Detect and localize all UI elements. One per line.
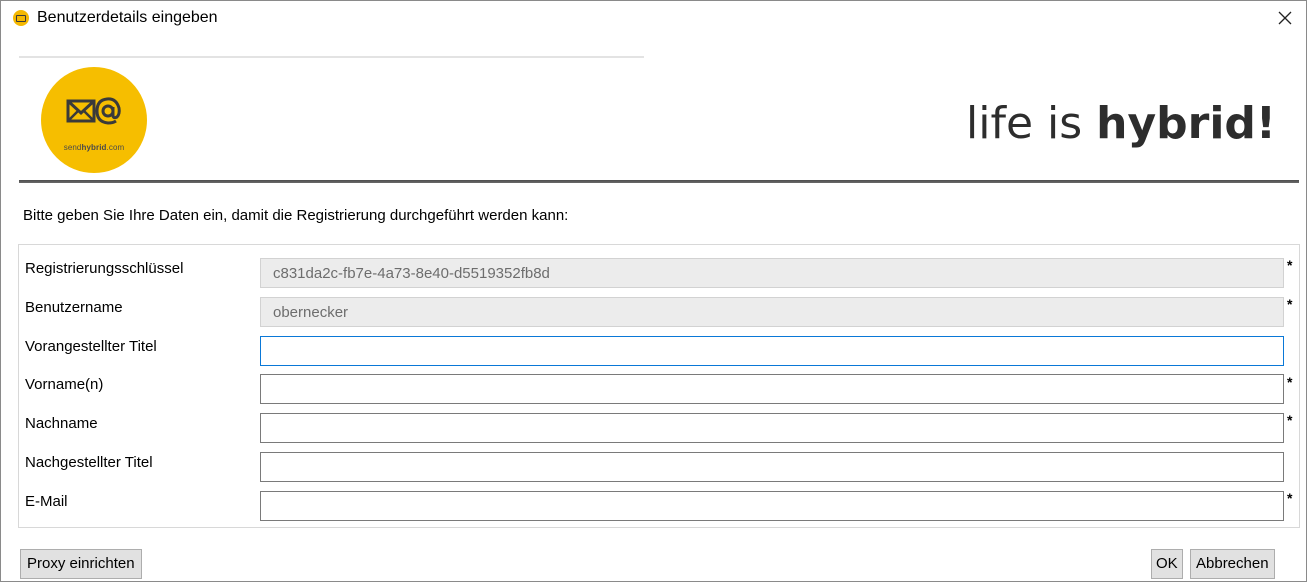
proxy-setup-button[interactable]: Proxy einrichten (20, 549, 142, 579)
form-panel: Registrierungsschlüssel * Benutzername *… (18, 244, 1300, 528)
sendhybrid-icon (13, 10, 29, 26)
label-email: E-Mail (25, 493, 68, 510)
required-mark: * (1287, 296, 1293, 312)
registration-key-field[interactable] (260, 258, 1284, 288)
slogan: life is hybrid! (966, 98, 1276, 149)
window-title: Benutzerdetails eingeben (37, 9, 218, 26)
required-mark: * (1287, 257, 1293, 273)
email-field[interactable] (260, 491, 1284, 521)
first-names-field[interactable] (260, 374, 1284, 404)
required-mark: * (1287, 412, 1293, 428)
label-last-name: Nachname (25, 415, 98, 432)
title-bar: Benutzerdetails eingeben (1, 1, 1306, 35)
instruction-text: Bitte geben Sie Ihre Daten ein, damit di… (23, 207, 569, 224)
username-field[interactable] (260, 297, 1284, 327)
sendhybrid-logo: sendhybrid.com (41, 67, 147, 173)
last-name-field[interactable] (260, 413, 1284, 443)
label-registration-key: Registrierungsschlüssel (25, 260, 184, 277)
logo-text: sendhybrid.com (63, 143, 125, 152)
label-first-names: Vorname(n) (25, 376, 104, 393)
ok-button[interactable]: OK (1151, 549, 1183, 579)
label-username: Benutzername (25, 299, 123, 316)
cancel-button[interactable]: Abbrechen (1190, 549, 1275, 579)
prefix-title-field[interactable] (260, 336, 1284, 366)
required-mark: * (1287, 490, 1293, 506)
required-mark: * (1287, 374, 1293, 390)
suffix-title-field[interactable] (260, 452, 1284, 482)
close-button[interactable] (1272, 5, 1298, 31)
label-suffix-title: Nachgestellter Titel (25, 454, 153, 471)
label-prefix-title: Vorangestellter Titel (25, 338, 157, 355)
banner-divider (19, 180, 1299, 183)
envelope-at-icon (66, 97, 121, 125)
banner-top-line (19, 56, 644, 58)
dialog-window: Benutzerdetails eingeben sendhybrid.com … (0, 0, 1307, 582)
close-icon (1278, 11, 1292, 25)
